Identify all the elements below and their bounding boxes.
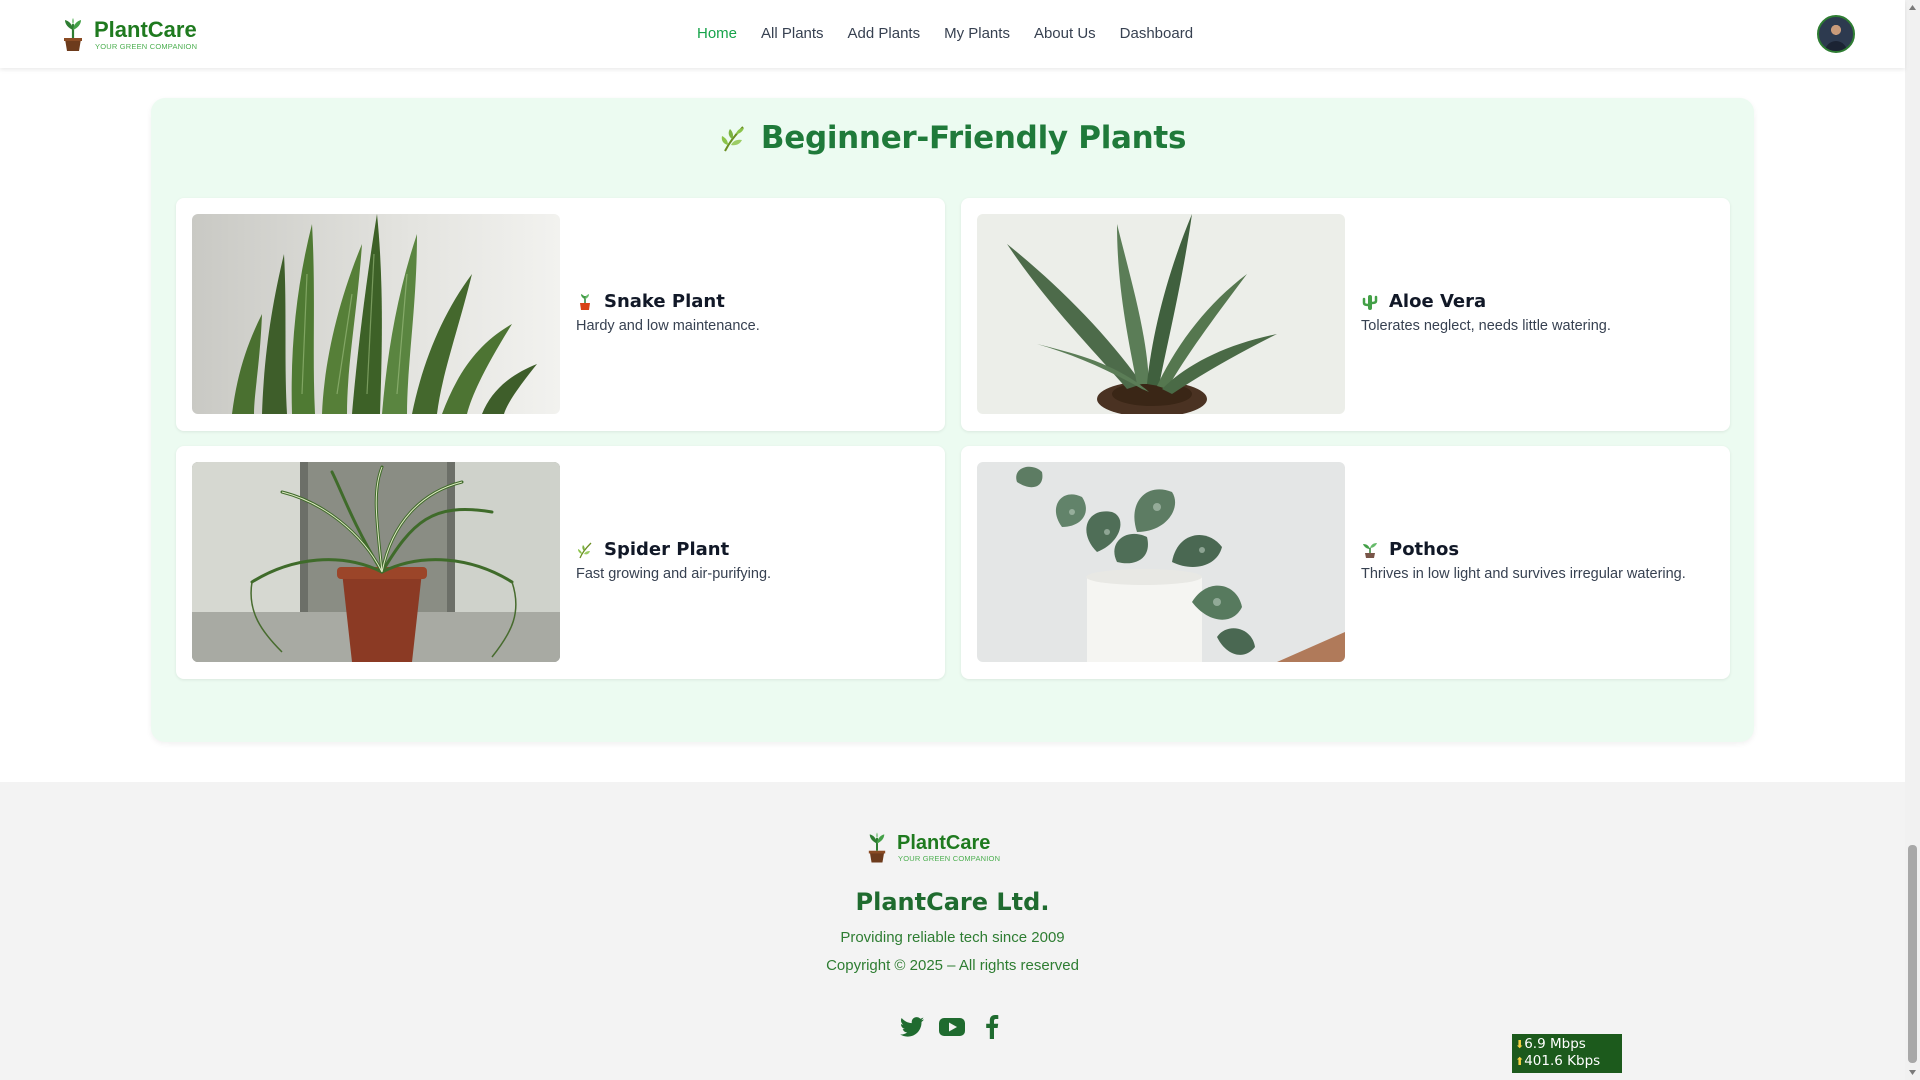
youtube-icon[interactable] bbox=[939, 1014, 965, 1040]
plant-description: Hardy and low maintenance. bbox=[576, 318, 760, 334]
plant-name: Snake Plant bbox=[604, 291, 725, 312]
section-title: Beginner-Friendly Plants bbox=[760, 120, 1187, 156]
seedling-icon bbox=[1363, 542, 1377, 558]
plant-card-pothos[interactable]: Pothos Thrives in low light and survives… bbox=[961, 446, 1730, 679]
scroll-up-arrow-icon[interactable] bbox=[1908, 3, 1917, 12]
herb-icon bbox=[578, 542, 592, 558]
footer-brand-tagline: YOUR GREEN COMPANION bbox=[898, 854, 1001, 863]
download-arrow-icon: ⬇ bbox=[1515, 1038, 1525, 1051]
snake-plant-photo bbox=[192, 214, 560, 414]
nav-my-plants[interactable]: My Plants bbox=[944, 24, 1010, 44]
network-speed-widget: ⬇6.9 Mbps ⬆401.6 Kbps bbox=[1512, 1034, 1622, 1073]
section-heading: Beginner-Friendly Plants bbox=[151, 120, 1754, 156]
footer-copyright: Copyright © 2025 – All rights reserved bbox=[826, 957, 1079, 974]
nav-home[interactable]: Home bbox=[697, 24, 737, 44]
nav-about-us[interactable]: About Us bbox=[1034, 24, 1096, 44]
brand-tagline: YOUR GREEN COMPANION bbox=[95, 42, 198, 51]
twitter-icon[interactable] bbox=[899, 1014, 925, 1040]
nav-all-plants[interactable]: All Plants bbox=[761, 24, 824, 44]
footer-brand-name: PlantCare bbox=[897, 832, 991, 854]
upload-arrow-icon: ⬆ bbox=[1515, 1055, 1525, 1068]
facebook-icon[interactable] bbox=[979, 1014, 1005, 1040]
brand-name: PlantCare bbox=[94, 17, 197, 42]
avatar-shoulders bbox=[1825, 41, 1847, 51]
plant-name: Aloe Vera bbox=[1389, 291, 1487, 312]
aloe-vera-photo bbox=[977, 214, 1345, 414]
plant-description: Thrives in low light and survives irregu… bbox=[1361, 566, 1686, 582]
plant-card-snake-plant[interactable]: Snake Plant Hardy and low maintenance. bbox=[176, 198, 945, 431]
spider-plant-image bbox=[192, 462, 560, 662]
navbar: PlantCare YOUR GREEN COMPANION Home All … bbox=[0, 0, 1905, 68]
snake-plant-image bbox=[192, 214, 560, 414]
plant-logo-icon bbox=[868, 832, 886, 863]
potted-plant-icon bbox=[580, 293, 590, 310]
plant-name: Spider Plant bbox=[604, 539, 730, 560]
scroll-down-arrow-icon[interactable] bbox=[1908, 1068, 1917, 1077]
nav-dashboard[interactable]: Dashboard bbox=[1120, 24, 1193, 44]
scrollbar-thumb[interactable] bbox=[1908, 845, 1917, 1063]
herb-icon bbox=[721, 126, 744, 152]
upload-speed: 401.6 Kbps bbox=[1524, 1053, 1601, 1069]
social-links bbox=[899, 1014, 1005, 1040]
plant-name: Pothos bbox=[1389, 539, 1460, 560]
footer-tagline: Providing reliable tech since 2009 bbox=[840, 929, 1065, 946]
page-scrollbar[interactable] bbox=[1905, 0, 1920, 1080]
nav-links: Home All Plants Add Plants My Plants Abo… bbox=[697, 24, 1217, 44]
download-speed: 6.9 Mbps bbox=[1524, 1036, 1586, 1052]
plant-card-spider-plant[interactable]: Spider Plant Fast growing and air-purify… bbox=[176, 446, 945, 679]
plant-card-aloe-vera[interactable]: Aloe Vera Tolerates neglect, needs littl… bbox=[961, 198, 1730, 431]
cactus-icon bbox=[1362, 294, 1378, 310]
footer-brand-logo[interactable]: PlantCare YOUR GREEN COMPANION bbox=[867, 832, 1000, 864]
pothos-image bbox=[977, 462, 1345, 662]
plant-description: Fast growing and air-purifying. bbox=[576, 566, 772, 582]
spider-plant-photo bbox=[192, 462, 560, 662]
nav-add-plants[interactable]: Add Plants bbox=[848, 24, 921, 44]
pothos-photo bbox=[977, 462, 1345, 662]
footer-company-name: PlantCare Ltd. bbox=[855, 888, 1050, 916]
user-avatar[interactable] bbox=[1817, 15, 1855, 53]
plant-logo-icon bbox=[64, 18, 82, 51]
aloe-vera-image bbox=[977, 214, 1345, 414]
beginner-plants-section: Beginner-Friendly Plants Snake Plant Har… bbox=[151, 98, 1754, 742]
brand-logo[interactable]: PlantCare YOUR GREEN COMPANION bbox=[62, 18, 197, 52]
plant-description: Tolerates neglect, needs little watering… bbox=[1361, 318, 1611, 334]
